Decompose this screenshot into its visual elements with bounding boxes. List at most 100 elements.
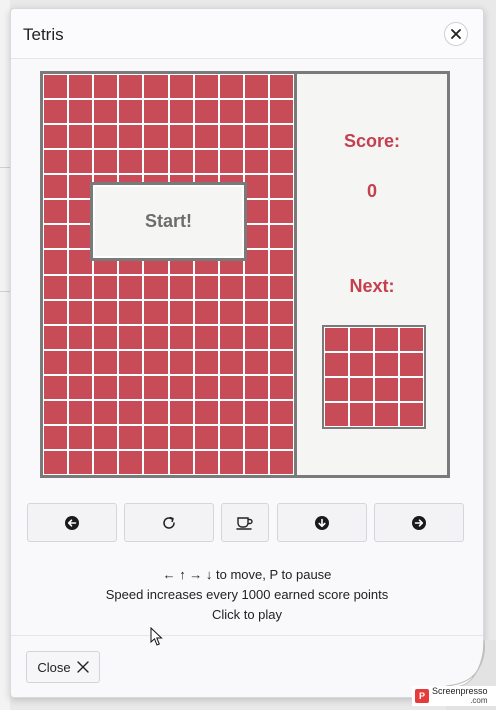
board-cell (44, 225, 68, 249)
board-cell (69, 425, 93, 449)
board-cell (169, 375, 193, 399)
pause-button[interactable] (221, 503, 269, 542)
help-speed-info: Speed increases every 1000 earned score … (105, 587, 389, 602)
board-cell (269, 350, 293, 374)
screenpresso-watermark: P Screenpresso .com (412, 686, 496, 706)
help-click-to-play: Click to play (211, 607, 283, 622)
board-cell (144, 100, 168, 124)
next-cell (350, 328, 373, 351)
board-cell (244, 375, 268, 399)
start-button[interactable]: Start! (90, 182, 247, 261)
board-cell (144, 275, 168, 299)
board-cell (244, 400, 268, 424)
board-cell (69, 75, 93, 99)
board-cell (69, 200, 93, 224)
board-cell (194, 75, 218, 99)
next-cell (325, 403, 348, 426)
board-cell (194, 100, 218, 124)
board-cell (244, 300, 268, 324)
board-cell (219, 150, 243, 174)
board-cell (219, 325, 243, 349)
board-cell (94, 400, 118, 424)
coffee-cup-icon (236, 516, 253, 530)
board-cell (119, 450, 143, 474)
board-cell (44, 275, 68, 299)
game-area[interactable]: Start! Score: 0 Next: (40, 71, 450, 478)
board-cell (244, 350, 268, 374)
arrow-right-circle-icon (412, 515, 426, 530)
drop-button[interactable] (277, 503, 367, 542)
board-cell (269, 300, 293, 324)
board-cell (269, 400, 293, 424)
board-cell (69, 450, 93, 474)
board-cell (269, 75, 293, 99)
move-right-button[interactable] (374, 503, 464, 542)
board-cell (244, 250, 268, 274)
board-cell (169, 125, 193, 149)
rotate-button[interactable] (124, 503, 214, 542)
board-cell (194, 450, 218, 474)
board-cell (269, 450, 293, 474)
rotate-icon (163, 516, 175, 529)
board-cell (69, 100, 93, 124)
game-board[interactable] (43, 74, 294, 475)
board-cell (69, 375, 93, 399)
board-cell (169, 150, 193, 174)
board-cell (244, 275, 268, 299)
help-move-keys: ← ↑ → ↓ to move, P to pause (162, 567, 332, 582)
board-cell (119, 400, 143, 424)
board-cell (244, 100, 268, 124)
board-cell (119, 75, 143, 99)
board-cell (219, 100, 243, 124)
board-cell (44, 150, 68, 174)
board-cell (44, 375, 68, 399)
board-cell (94, 275, 118, 299)
next-cell (325, 353, 348, 376)
board-cell (144, 325, 168, 349)
board-cell (119, 275, 143, 299)
arrow-down-circle-icon (315, 515, 329, 530)
board-cell (144, 125, 168, 149)
next-cell (400, 328, 423, 351)
board-cell (44, 200, 68, 224)
board-cell (94, 325, 118, 349)
board-cell (144, 425, 168, 449)
score-label: Score: (343, 131, 401, 151)
board-cell (69, 225, 93, 249)
board-cell (44, 75, 68, 99)
board-cell (244, 125, 268, 149)
board-cell (44, 100, 68, 124)
board-cell (144, 75, 168, 99)
board-cell (269, 175, 293, 199)
next-cell (400, 378, 423, 401)
board-cell (119, 300, 143, 324)
board-cell (44, 425, 68, 449)
board-cell (144, 375, 168, 399)
board-cell (69, 175, 93, 199)
tetris-dialog: Tetris Start! Score: 0 Next: ← ↑ → ↓ to … (10, 8, 484, 698)
board-cell (219, 75, 243, 99)
board-cell (219, 400, 243, 424)
next-cell (325, 328, 348, 351)
dialog-header: Tetris (11, 9, 483, 59)
board-cell (144, 350, 168, 374)
dialog-close-button[interactable] (444, 22, 468, 46)
move-left-button[interactable] (27, 503, 117, 542)
board-cell (244, 75, 268, 99)
board-cell (44, 175, 68, 199)
board-cell (169, 75, 193, 99)
board-cell (219, 125, 243, 149)
dialog-title: Tetris (23, 25, 64, 44)
board-cell (194, 125, 218, 149)
board-cell (219, 275, 243, 299)
board-cell (169, 300, 193, 324)
board-cell (44, 300, 68, 324)
board-cell (194, 150, 218, 174)
board-cell (269, 200, 293, 224)
board-cell (169, 425, 193, 449)
board-cell (119, 150, 143, 174)
close-button[interactable]: Close (26, 651, 100, 683)
board-cell (194, 400, 218, 424)
board-cell (119, 100, 143, 124)
board-cell (269, 100, 293, 124)
